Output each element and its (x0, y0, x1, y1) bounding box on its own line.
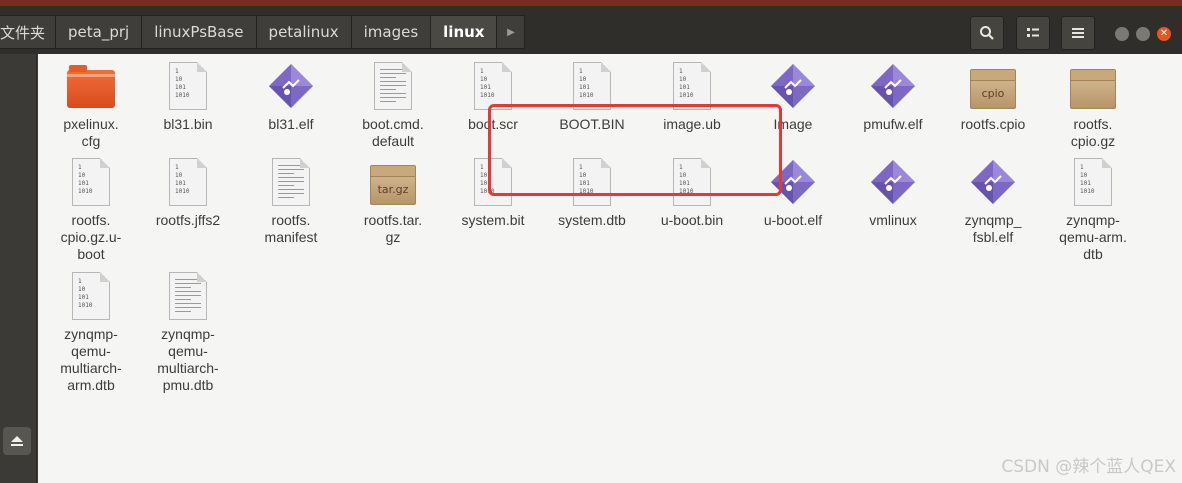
file-grid: pxelinux. cfg 1 10 101 1010 bl31.bin bl31.elf bo… (38, 54, 1182, 483)
file-item[interactable]: rootfs. cpio.gz (1043, 56, 1143, 150)
watermark: CSDN @辣个蓝人QEX (1001, 457, 1176, 477)
file-name-label: u-boot.elf (763, 212, 823, 228)
breadcrumb: 文件夹 peta_prj linuxPsBase petalinux image… (0, 15, 526, 49)
header-bar: 文件夹 peta_prj linuxPsBase petalinux image… (0, 6, 1182, 54)
menu-button[interactable] (1061, 16, 1095, 50)
file-name-label: rootfs.tar. gz (363, 212, 423, 245)
file-name-label: zynqmp-qemu-arm. dtb (1059, 212, 1127, 262)
binary-file-icon: 1 10 101 1010 (65, 270, 117, 322)
file-name-label: rootfs. manifest (264, 212, 318, 245)
file-name-label: rootfs.jffs2 (155, 212, 221, 228)
file-item[interactable]: zynqmp_ fsbl.elf (943, 152, 1043, 246)
close-button[interactable]: ✕ (1157, 27, 1171, 41)
file-name-label: system.dtb (558, 212, 626, 228)
file-item[interactable]: 1 10 101 1010 zynqmp-qemu-arm. dtb (1043, 152, 1143, 263)
annotation-highlight-box (488, 104, 782, 196)
file-item[interactable]: vmlinux (843, 152, 943, 229)
file-name-label: zynqmp-qemu-multiarch-pmu.dtb (157, 326, 219, 393)
binary-file-icon: 1 10 101 1010 (65, 156, 117, 208)
file-name-label: boot.cmd. default (362, 116, 424, 149)
file-name-label: vmlinux (869, 212, 917, 228)
breadcrumb-item-linux[interactable]: linux (431, 15, 498, 49)
breadcrumb-item-images[interactable]: images (351, 15, 432, 49)
file-name-label: zynqmp-qemu-multiarch-arm.dtb (60, 326, 122, 393)
file-item[interactable]: pxelinux. cfg (41, 56, 141, 150)
executable-file-icon (265, 60, 317, 112)
view-toggle-button[interactable] (1016, 16, 1050, 50)
file-name-label: system.bit (461, 212, 525, 228)
file-item[interactable]: zynqmp-qemu-multiarch-pmu.dtb (138, 266, 238, 394)
file-name-label: bl31.elf (268, 116, 314, 132)
file-item[interactable]: bl31.elf (241, 56, 341, 133)
breadcrumb-item-peta-prj[interactable]: peta_prj (56, 15, 143, 49)
file-item[interactable]: 1 10 101 1010 bl31.bin (138, 56, 238, 133)
binary-file-icon: 1 10 101 1010 (162, 60, 214, 112)
file-name-label: rootfs. cpio.gz.u-boot (60, 212, 122, 262)
archive-file-icon (1067, 60, 1119, 112)
file-item[interactable]: boot.cmd. default (343, 56, 443, 150)
minimize-button[interactable] (1115, 27, 1129, 41)
file-item[interactable]: 1 10 101 1010 rootfs. cpio.gz.u-boot (41, 152, 141, 263)
breadcrumb-item-petalinux[interactable]: petalinux (256, 15, 352, 49)
binary-file-icon: 1 10 101 1010 (162, 156, 214, 208)
binary-file-icon: 1 10 101 1010 (1067, 156, 1119, 208)
file-item[interactable]: tar.gz rootfs.tar. gz (343, 152, 443, 246)
search-icon (980, 26, 994, 40)
search-button[interactable] (970, 16, 1004, 50)
executable-file-icon (967, 156, 1019, 208)
text-file-icon (367, 60, 419, 112)
file-name-label: bl31.bin (163, 116, 213, 132)
hamburger-menu-icon (1072, 28, 1084, 38)
archive-file-icon: tar.gz (367, 156, 419, 208)
eject-icon (11, 436, 23, 446)
file-name-label: rootfs. cpio.gz (1070, 116, 1116, 149)
executable-file-icon (867, 156, 919, 208)
maximize-button[interactable] (1136, 27, 1150, 41)
file-item[interactable]: rootfs. manifest (241, 152, 341, 246)
text-file-icon (162, 270, 214, 322)
list-view-icon (1027, 28, 1039, 37)
archive-file-icon: cpio (967, 60, 1019, 112)
file-name-label: u-boot.bin (660, 212, 724, 228)
breadcrumb-item-linuxpsbase[interactable]: linuxPsBase (142, 15, 257, 49)
breadcrumb-item-folder[interactable]: 文件夹 (0, 15, 56, 49)
text-file-icon (265, 156, 317, 208)
file-item[interactable]: pmufw.elf (843, 56, 943, 133)
eject-button[interactable] (3, 427, 31, 455)
file-item[interactable]: 1 10 101 1010 zynqmp-qemu-multiarch-arm.dtb (41, 266, 141, 394)
breadcrumb-forward-arrow-icon[interactable]: ▶ (497, 15, 526, 49)
file-item[interactable]: 1 10 101 1010 rootfs.jffs2 (138, 152, 238, 229)
folder-icon (65, 60, 117, 112)
file-name-label: pxelinux. cfg (63, 116, 119, 149)
file-name-label: zynqmp_ fsbl.elf (964, 212, 1022, 245)
file-name-label: pmufw.elf (863, 116, 923, 132)
sidebar (0, 54, 37, 483)
file-item[interactable]: cpio rootfs.cpio (943, 56, 1043, 133)
file-name-label: rootfs.cpio (960, 116, 1026, 132)
executable-file-icon (867, 60, 919, 112)
